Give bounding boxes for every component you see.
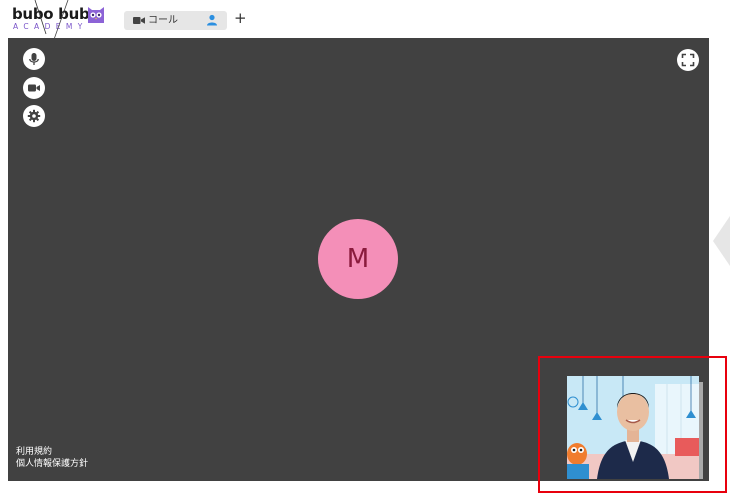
microphone-icon bbox=[29, 53, 39, 65]
video-camera-icon bbox=[28, 84, 40, 92]
participant-avatar: M bbox=[318, 219, 398, 299]
fullscreen-button[interactable] bbox=[677, 49, 699, 71]
participant-initial: M bbox=[346, 244, 370, 274]
user-icon bbox=[207, 14, 217, 26]
highlight-annotation-box bbox=[538, 356, 727, 493]
privacy-link[interactable]: 個人情報保護方針 bbox=[16, 458, 88, 470]
terms-link[interactable]: 利用規約 bbox=[16, 446, 88, 458]
video-camera-icon bbox=[133, 17, 145, 24]
side-panel-arrow-icon[interactable] bbox=[711, 216, 730, 266]
add-tab-button[interactable]: + bbox=[234, 9, 247, 27]
microphone-button[interactable] bbox=[23, 48, 45, 70]
tab-call-label: コール bbox=[148, 15, 178, 26]
camera-button[interactable] bbox=[23, 77, 45, 99]
gear-icon bbox=[27, 109, 41, 123]
footer-links: 利用規約 個人情報保護方針 bbox=[16, 446, 88, 470]
fullscreen-icon bbox=[681, 53, 695, 67]
settings-button[interactable] bbox=[23, 105, 45, 127]
tab-call[interactable]: コール bbox=[124, 11, 227, 30]
